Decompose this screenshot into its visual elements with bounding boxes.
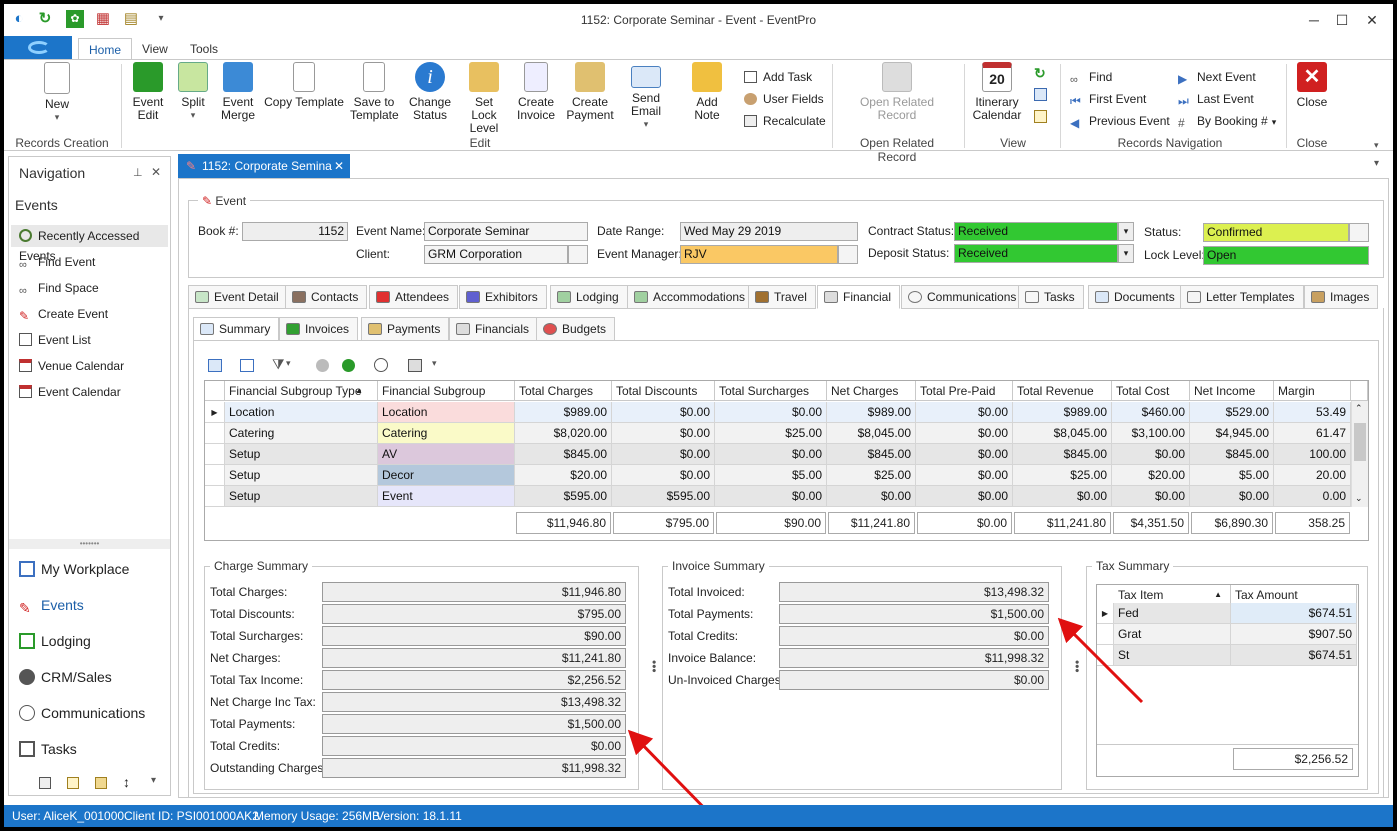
- eventpro-window: ◐ ↻ ✿ ▦ ▤ ▾ 1152: Corporate Seminar - Ev…: [4, 4, 1393, 827]
- status-bar: User: AliceK_001000 Client ID: PSI001000…: [4, 805, 1393, 827]
- status-user: User: AliceK_001000: [12, 809, 125, 823]
- annotation-arrows: [627, 617, 1144, 820]
- status-memory: Memory Usage: 256MB: [254, 809, 381, 823]
- status-version: Version: 18.1.11: [376, 809, 462, 823]
- red-arrow-invoice-payments: [1057, 617, 1144, 704]
- status-client-id: Client ID: PSI001000AK2: [124, 809, 259, 823]
